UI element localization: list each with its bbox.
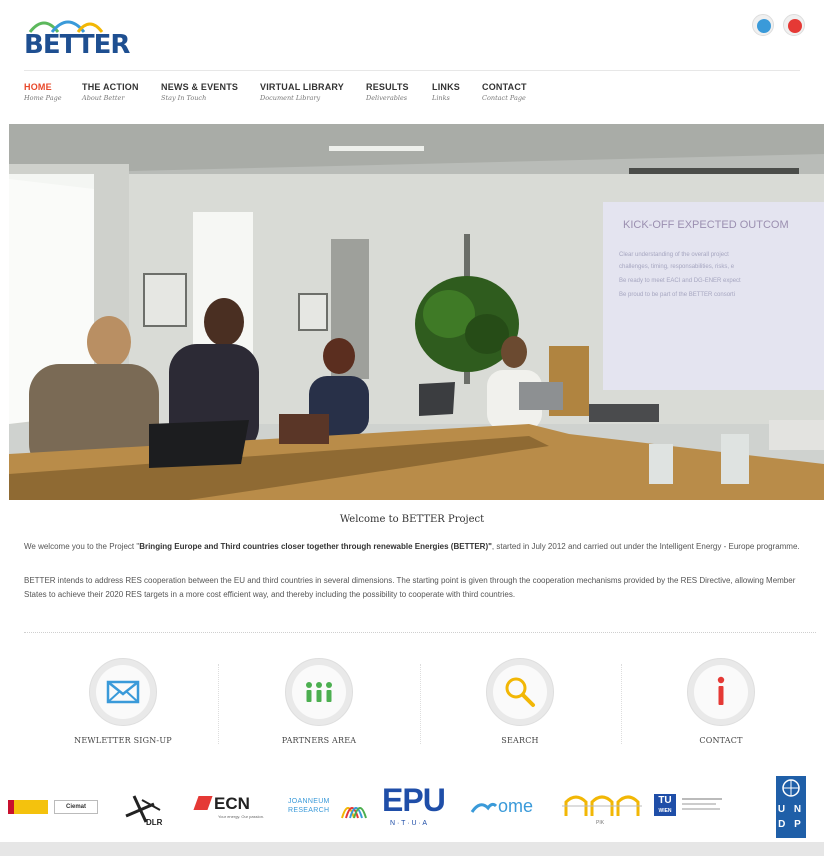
joanneum-text: JOANNEUM	[288, 798, 330, 805]
joanneum-logo[interactable]: JOANNEUM RESEARCH	[288, 796, 368, 822]
pik-arches-icon	[562, 795, 642, 816]
welcome-paragraph-1: We welcome you to the Project "Bringing …	[24, 540, 820, 554]
ecn-text: ECN	[214, 794, 250, 813]
nav-label: CONTACT	[482, 82, 527, 92]
project-name: Bringing Europe and Third countries clos…	[139, 542, 492, 551]
feature-search[interactable]: SEARCH	[419, 658, 621, 754]
pik-logo[interactable]: PIK	[562, 790, 644, 830]
search-button[interactable]	[486, 658, 554, 726]
dlr-logo[interactable]: DLR	[120, 790, 168, 830]
nav-label: THE ACTION	[82, 82, 139, 92]
nav-the-action[interactable]: THE ACTION About Better	[82, 82, 139, 102]
slide-title: KICK-OFF EXPECTED OUTCOM	[623, 219, 789, 231]
feature-label[interactable]: SEARCH	[419, 736, 621, 745]
nav-label: NEWS & EVENTS	[161, 82, 239, 92]
ome-bird-icon	[470, 802, 498, 813]
undp-text-un: U N	[777, 804, 805, 815]
tu-wien-logo[interactable]: TU WIEN	[654, 794, 734, 822]
twitter-icon	[757, 19, 771, 33]
nav-results[interactable]: RESULTS Deliverables	[366, 82, 409, 102]
slide-line: Clear understanding of the overall proje…	[619, 252, 729, 258]
nav-contact[interactable]: CONTACT Contact Page	[482, 82, 527, 102]
nav-news-events[interactable]: NEWS & EVENTS Stay In Touch	[161, 82, 238, 102]
nav-sublabel: Home Page	[24, 94, 62, 102]
newsletter-button[interactable]	[89, 658, 157, 726]
feature-label[interactable]: NEWLETTER SIGN-UP	[22, 736, 224, 745]
envelope-icon	[106, 680, 140, 704]
youtube-icon	[788, 19, 802, 33]
section-divider	[24, 632, 816, 633]
feature-contact[interactable]: CONTACT	[620, 658, 822, 754]
joanneum-rays-icon	[341, 807, 367, 819]
meeting-room-photo: KICK-OFF EXPECTED OUTCOM Clear understan…	[9, 124, 824, 500]
nav-home[interactable]: HOME Home Page	[24, 82, 62, 102]
welcome-p1-start: We welcome you to the Project "	[24, 542, 140, 551]
ntua-text: N · T · U · A	[390, 820, 428, 827]
tu-text: TU	[658, 795, 672, 806]
nav-sublabel: Deliverables	[366, 94, 408, 102]
ecn-flame-icon	[193, 796, 213, 810]
undp-text-dp: D P	[778, 819, 804, 830]
research-text: RESEARCH	[288, 807, 330, 814]
tu-caption-line	[682, 803, 716, 805]
partners-area-button[interactable]	[285, 658, 353, 726]
welcome-heading: Welcome to BETTER Project	[339, 514, 485, 525]
feature-label[interactable]: CONTACT	[620, 736, 822, 745]
nav-label: VIRTUAL LIBRARY	[260, 82, 344, 92]
nav-label: RESULTS	[366, 82, 409, 92]
nav-sublabel: Links	[432, 94, 450, 102]
welcome-p1-end: , started in July 2012 and carried out u…	[491, 542, 800, 551]
un-emblem-icon	[782, 779, 800, 797]
nav-virtual-library[interactable]: VIRTUAL LIBRARY Document Library	[260, 82, 344, 102]
epu-text: EPU	[382, 782, 446, 818]
feature-newsletter[interactable]: NEWLETTER SIGN-UP	[22, 658, 224, 754]
epu-ntua-logo[interactable]: EPU N · T · U · A	[382, 782, 462, 834]
site-header: BETTER	[0, 0, 824, 70]
spain-flag-mark	[8, 800, 48, 814]
undp-logo[interactable]: U N D P	[776, 776, 806, 838]
dlr-text: DLR	[146, 818, 163, 827]
partner-logos: Ciemat DLR ECN Your energy. Our passion.…	[0, 768, 824, 840]
ciemat-logo[interactable]: Ciemat	[8, 800, 98, 816]
hero-slideshow-photo: KICK-OFF EXPECTED OUTCOM Clear understan…	[9, 124, 824, 500]
people-icon	[306, 682, 332, 702]
contact-button[interactable]	[687, 658, 755, 726]
info-icon	[717, 676, 725, 705]
nav-sublabel: About Better	[82, 94, 125, 102]
nav-sublabel: Document Library	[260, 94, 321, 102]
footer-bar	[0, 842, 824, 856]
slide-line: Be ready to meet EACI and DG-ENER expect	[619, 278, 741, 284]
slide-line: challenges, timing, responsabilities, ri…	[619, 264, 735, 270]
twitter-button[interactable]	[752, 14, 774, 36]
better-logo[interactable]: BETTER	[24, 12, 134, 60]
nav-sublabel: Stay In Touch	[161, 94, 207, 102]
pik-text: PIK	[596, 820, 605, 826]
tu-caption-line	[682, 808, 720, 810]
ecn-tagline: Your energy. Our passion.	[218, 814, 265, 819]
nav-label: LINKS	[432, 82, 460, 92]
nav-label: HOME	[24, 82, 52, 92]
ome-text: ome	[498, 796, 534, 816]
header-divider	[24, 70, 800, 71]
ome-logo[interactable]: ome	[470, 796, 550, 826]
ciemat-text: Ciemat	[54, 800, 98, 814]
nav-links[interactable]: LINKS Links	[432, 82, 460, 102]
feature-label[interactable]: PARTNERS AREA	[218, 736, 420, 745]
logo-text: BETTER	[24, 30, 130, 60]
feature-partners-area[interactable]: PARTNERS AREA	[218, 658, 420, 754]
welcome-paragraph-2: BETTER intends to address RES cooperatio…	[24, 576, 796, 599]
tu-mark: TU WIEN	[654, 794, 676, 816]
slide-line: Be proud to be part of the BETTER consor…	[619, 292, 735, 298]
magnifier-icon	[505, 677, 535, 707]
youtube-button[interactable]	[783, 14, 805, 36]
wien-text: WIEN	[658, 808, 672, 814]
tu-caption-line	[682, 798, 722, 800]
nav-sublabel: Contact Page	[482, 94, 526, 102]
ecn-logo[interactable]: ECN Your energy. Our passion.	[193, 794, 264, 824]
